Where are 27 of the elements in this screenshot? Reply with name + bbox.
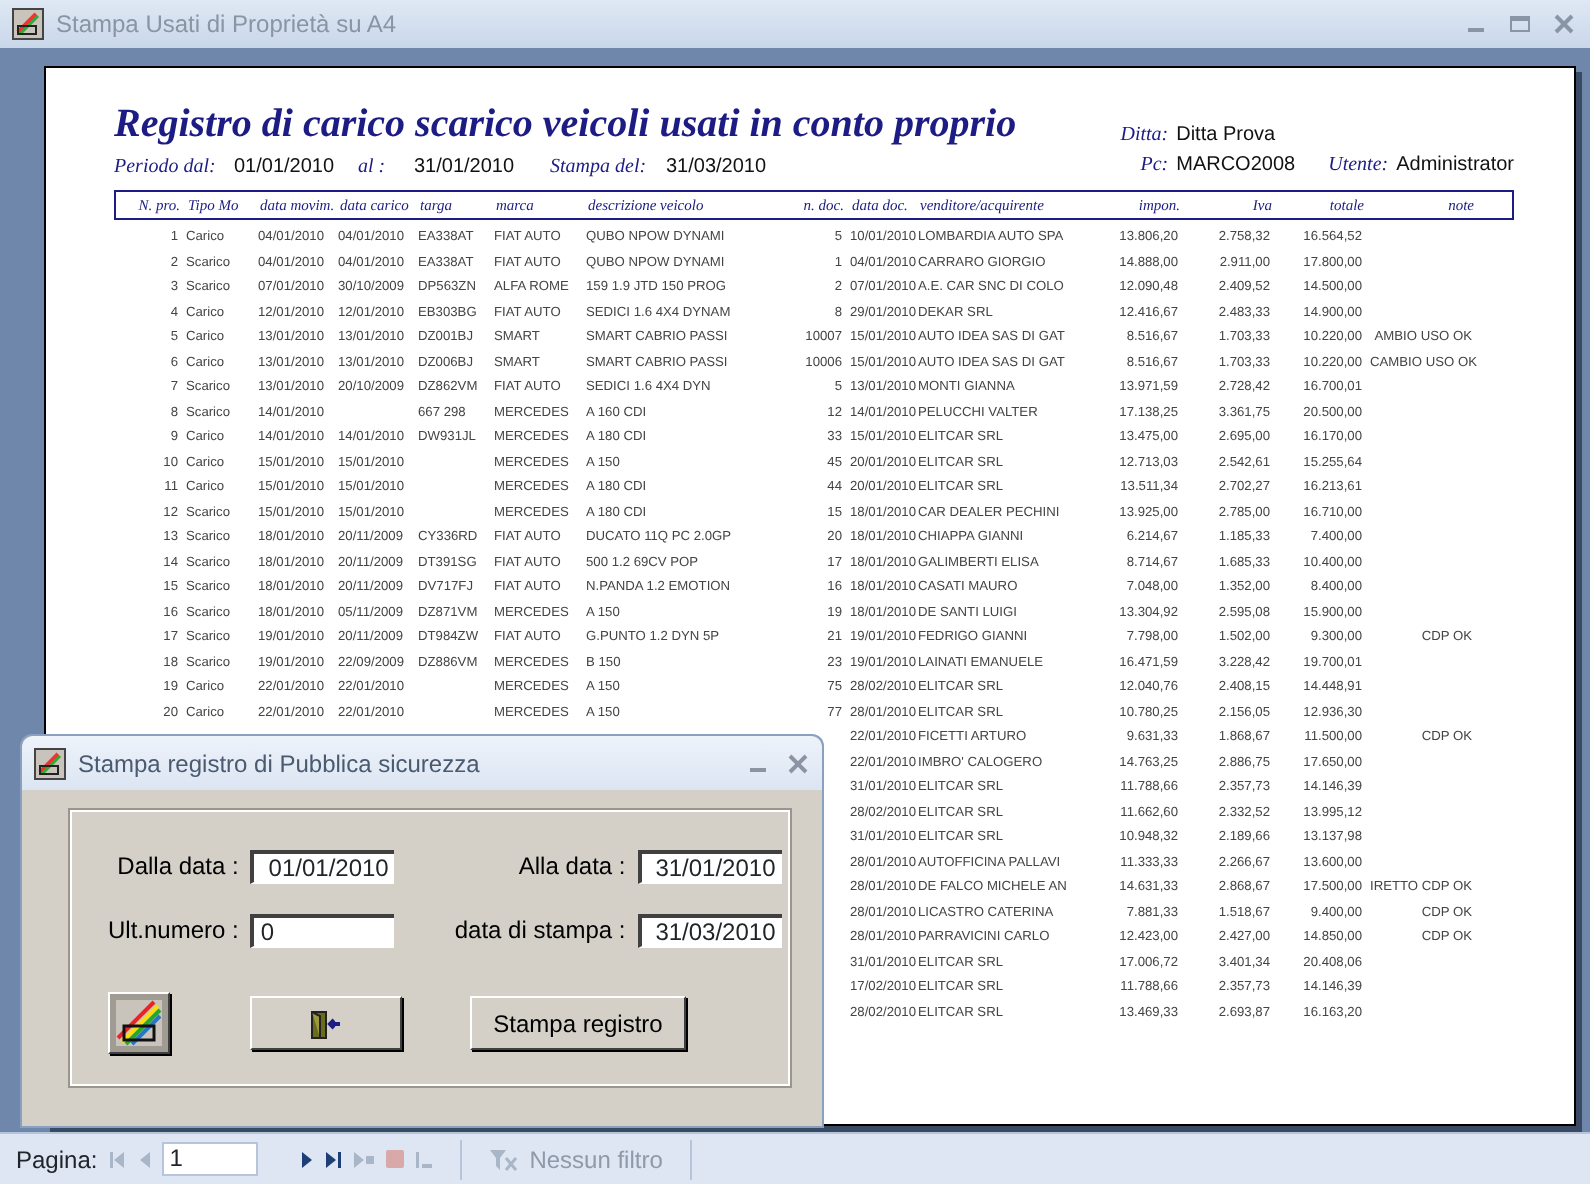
field-label: Ditta: [1118, 122, 1171, 150]
field-label: Stampa del: [550, 154, 649, 182]
input-field[interactable]: 31/03/2010 [637, 913, 782, 947]
field-value: Ditta Prova [1176, 122, 1276, 150]
field-value: Administrator [1396, 152, 1515, 180]
report-title: Registro di carico scarico veicoli usati in conto proprio [114, 100, 1017, 148]
input-field[interactable]: 01/01/2010 [250, 849, 395, 883]
field-value: 01/01/2010 [234, 154, 337, 182]
field-label: Utente: [1328, 152, 1391, 180]
input-field[interactable]: 0 [250, 913, 395, 947]
dialog-title: Stampa registro di Pubblica sicurezza [78, 747, 480, 781]
input-field[interactable]: 31/01/2010 [637, 849, 782, 883]
field-label: Dalla data : [115, 850, 239, 884]
field-label: al : [358, 154, 388, 182]
filter-status: Nessun filtro [529, 1143, 663, 1177]
field-label: Alla data : [516, 850, 626, 884]
page-field[interactable]: 1 [161, 1142, 258, 1176]
page-label: Pagina: [16, 1143, 98, 1177]
field-value: 31/03/2010 [666, 154, 769, 182]
field-value: MARCO2008 [1176, 152, 1298, 180]
window-title: Stampa Usati di Proprietà su A4 [56, 8, 397, 42]
print-button[interactable]: Stampa registro [470, 996, 686, 1050]
field-label: data di stampa : [454, 914, 626, 948]
field-label: Periodo dal: [114, 154, 218, 182]
field-label: Ult.numero : [108, 914, 239, 948]
field-value: 31/01/2010 [414, 154, 517, 182]
field-label: Pc: [1138, 152, 1171, 180]
